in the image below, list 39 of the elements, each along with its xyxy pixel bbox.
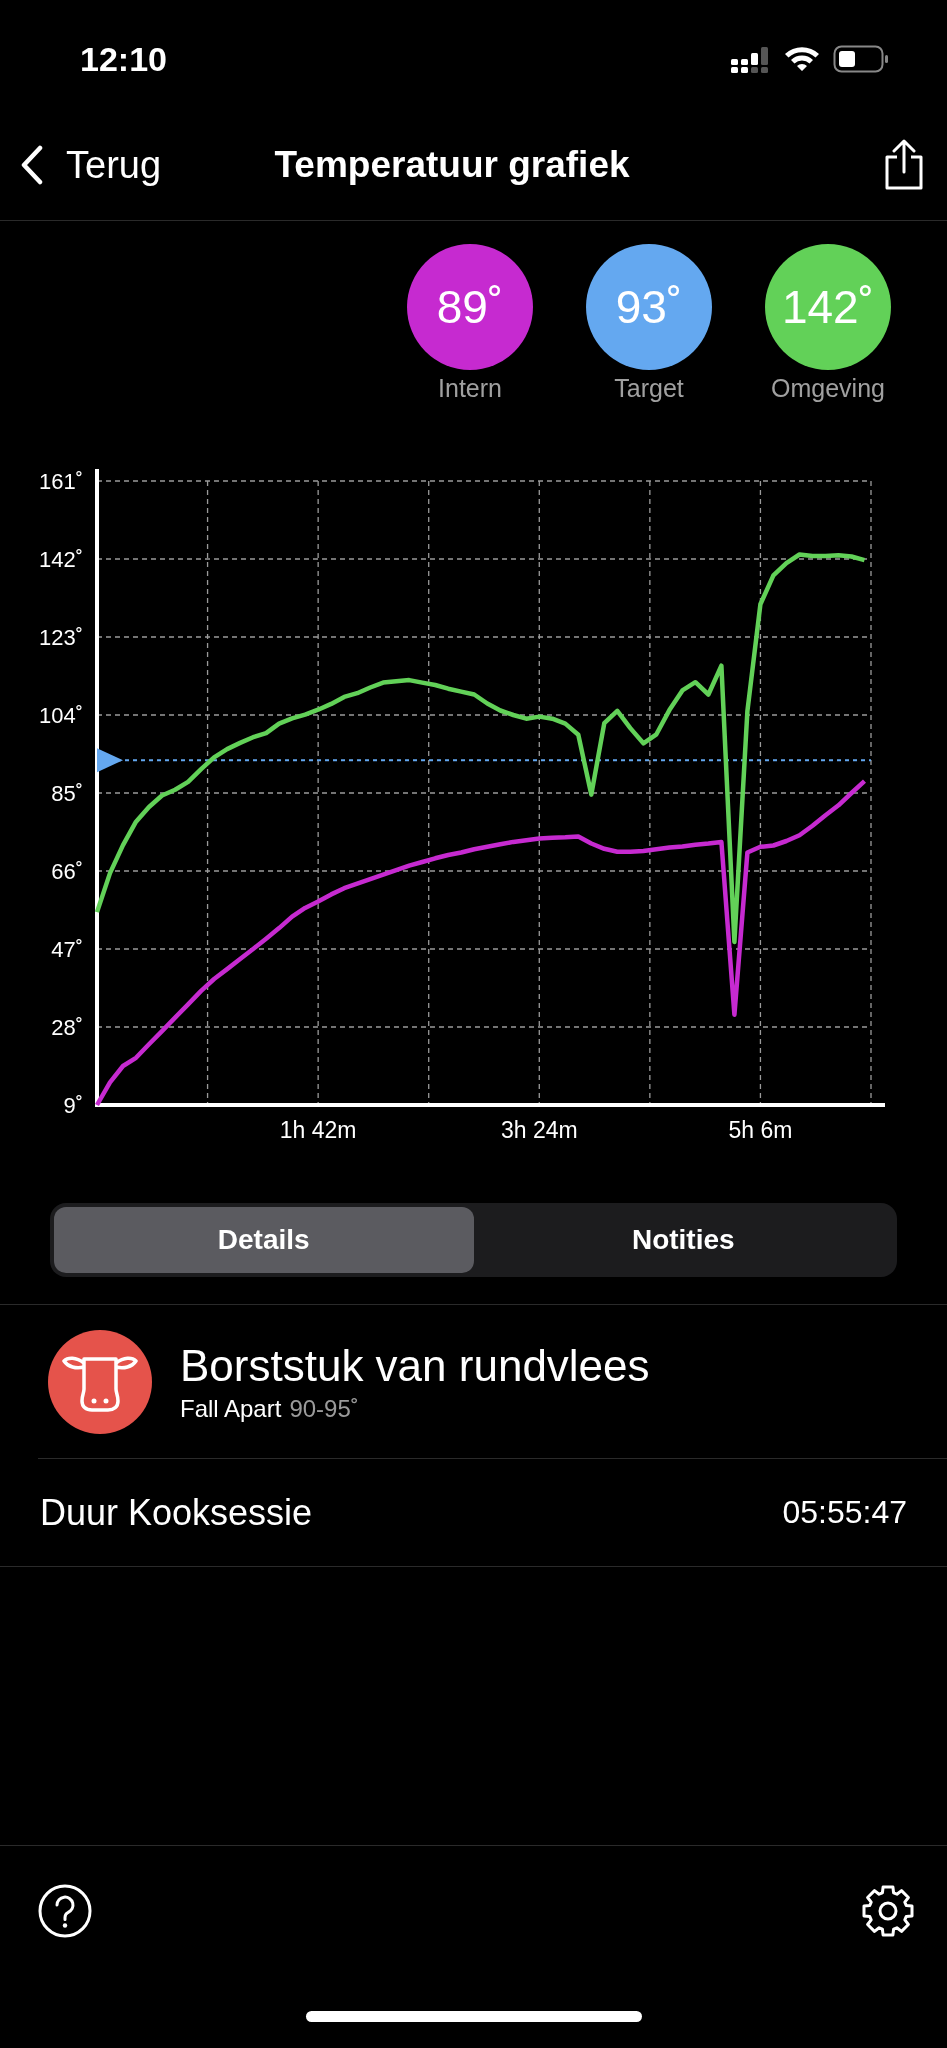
product-name: Borststuk van rundvlees — [180, 1340, 650, 1391]
duration-label: Duur Kooksessie — [40, 1491, 313, 1534]
screen-title: Temperatuur grafiek — [273, 144, 631, 186]
battery-icon — [833, 45, 889, 73]
y-axis-label: 142˚ — [38, 547, 83, 572]
share-button[interactable] — [883, 139, 925, 191]
target-marker-icon — [97, 748, 123, 773]
y-axis-label: 104˚ — [38, 703, 83, 728]
y-axis-label: 47˚ — [51, 937, 83, 962]
duration-value: 05:55:47 — [782, 1494, 907, 1531]
y-axis-label: 161˚ — [38, 469, 83, 494]
back-button[interactable]: Terug — [20, 143, 162, 187]
temperature-badge: 142˚ — [765, 244, 891, 370]
y-axis-label: 28˚ — [51, 1015, 83, 1040]
y-axis-label: 9˚ — [63, 1093, 83, 1118]
y-axis-label: 66˚ — [51, 859, 83, 884]
temperature-badge: 89˚ — [407, 244, 533, 370]
x-axis-label: 1h 42m — [279, 1117, 357, 1143]
settings-button[interactable] — [861, 1884, 915, 1938]
wifi-icon — [783, 45, 821, 73]
tab[interactable]: Notities — [473, 1207, 893, 1273]
chevron-left-icon — [20, 145, 44, 185]
help-button[interactable] — [38, 1884, 92, 1938]
temperature-label: Omgeving — [771, 374, 885, 403]
x-axis-label: 3h 24m — [500, 1117, 578, 1143]
settings-icon — [861, 1884, 915, 1938]
help-icon — [38, 1884, 92, 1938]
temperature-label: Intern — [438, 374, 502, 403]
y-axis-label: 85˚ — [51, 781, 83, 806]
x-axis-label: 5h 6m — [728, 1117, 793, 1143]
doneness-label: Fall Apart — [180, 1394, 282, 1423]
y-axis-label: 123˚ — [38, 625, 83, 650]
signal-icon — [731, 45, 771, 73]
status-time: 12:10 — [80, 38, 168, 79]
tab[interactable]: Details — [54, 1207, 474, 1273]
temperature-range: 90-95˚ — [289, 1394, 359, 1423]
share-icon — [883, 139, 925, 191]
temperature-label: Target — [614, 374, 684, 403]
temperature-badge: 93˚ — [586, 244, 712, 370]
